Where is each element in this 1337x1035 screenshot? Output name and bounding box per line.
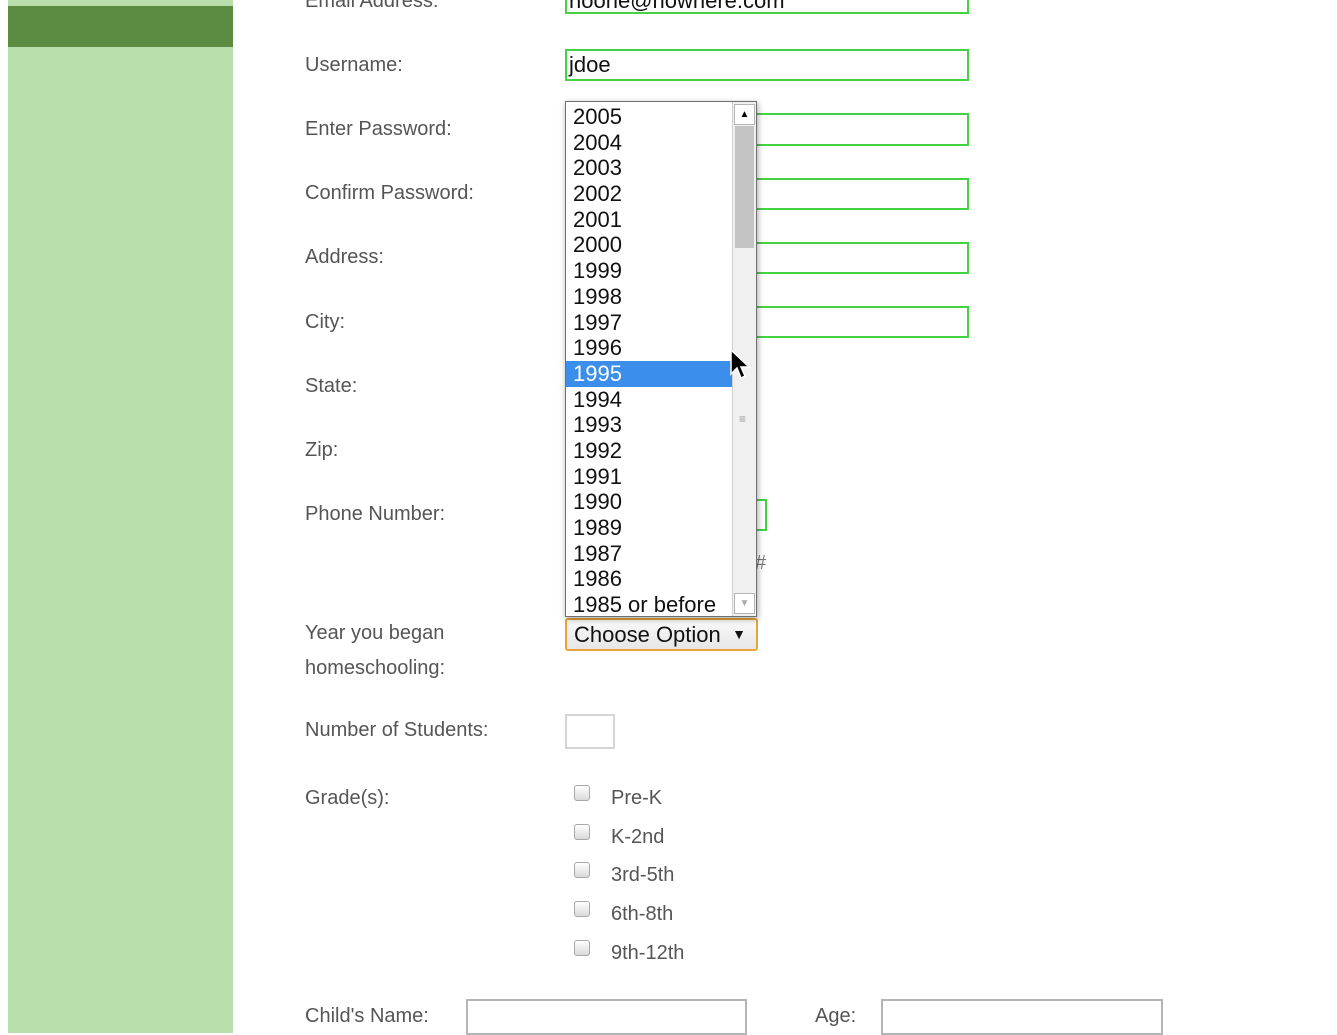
year-option[interactable]: 1986 <box>566 566 733 592</box>
year-option[interactable]: 1994 <box>566 387 733 413</box>
year-option[interactable]: 2000 <box>566 232 733 258</box>
grade-checkbox[interactable] <box>574 862 590 878</box>
year-options: 2005 2004 2003 2002 2001 2000 1999 1998 1997 1996… <box>566 104 733 618</box>
sidebar <box>8 0 233 1033</box>
child-name-field[interactable] <box>466 999 747 1035</box>
grade-label: 3rd-5th <box>611 864 675 886</box>
grade-label: K-2nd <box>611 826 665 848</box>
scroll-down-arrow-icon[interactable]: ▼ <box>734 593 755 614</box>
scroll-up-arrow-icon[interactable]: ▲ <box>734 104 755 125</box>
year-option[interactable]: 2001 <box>566 207 733 233</box>
year-began-selected-value: Choose Option <box>574 622 721 647</box>
year-option[interactable]: 1998 <box>566 284 733 310</box>
city-label: City: <box>305 311 345 333</box>
year-option[interactable]: 1985 or before <box>566 592 733 618</box>
grade-checkbox[interactable] <box>574 901 590 917</box>
grade-label: Pre-K <box>611 787 663 809</box>
scroll-grip-icon: ≡ <box>739 412 747 426</box>
email-field[interactable]: noone@nowhere.com <box>565 0 969 14</box>
username-label: Username: <box>305 54 403 76</box>
year-option[interactable]: 2004 <box>566 130 733 156</box>
password-label: Enter Password: <box>305 118 452 140</box>
grade-checkbox[interactable] <box>574 824 590 840</box>
year-option[interactable]: 1992 <box>566 438 733 464</box>
grade-label: 6th-8th <box>611 903 674 925</box>
grades-label: Grade(s): <box>305 787 390 809</box>
email-label: Email Address: <box>305 0 439 12</box>
email-field-clip: noone@nowhere.com <box>565 0 973 16</box>
year-option[interactable]: 1990 <box>566 489 733 515</box>
year-option[interactable]: 2005 <box>566 104 733 130</box>
child-name-label: Child's Name: <box>305 1005 429 1027</box>
year-began-label: Year you began homeschooling: <box>305 616 535 686</box>
grade-label: 9th-12th <box>611 942 685 964</box>
sidebar-header <box>8 6 233 47</box>
year-option[interactable]: 1999 <box>566 258 733 284</box>
year-option[interactable]: 1997 <box>566 310 733 336</box>
child-age-label: Age: <box>815 1005 857 1027</box>
username-field[interactable]: jdoe <box>565 49 969 81</box>
email-label-clip: Email Address: <box>305 0 535 12</box>
confirm-password-label: Confirm Password: <box>305 182 474 204</box>
year-option[interactable]: 1989 <box>566 515 733 541</box>
year-began-select[interactable]: Choose Option ▼ <box>565 618 758 651</box>
num-students-field[interactable] <box>565 714 615 749</box>
year-option[interactable]: 1996 <box>566 335 733 361</box>
mouse-pointer-icon <box>730 348 751 380</box>
year-option[interactable]: 1991 <box>566 464 733 490</box>
address-label: Address: <box>305 246 384 268</box>
year-began-label-line2: homeschooling: <box>305 657 446 679</box>
year-option[interactable]: 1993 <box>566 412 733 438</box>
scroll-thumb[interactable] <box>735 126 754 248</box>
year-option[interactable]: 2002 <box>566 181 733 207</box>
chevron-down-icon: ▼ <box>732 626 746 642</box>
year-began-label-line1: Year you began <box>305 622 445 644</box>
year-option[interactable]: 1995 <box>566 360 733 387</box>
grade-checkbox[interactable] <box>574 785 590 801</box>
num-students-label: Number of Students: <box>305 719 489 741</box>
grade-checkbox[interactable] <box>574 940 590 956</box>
year-option[interactable]: 1987 <box>566 541 733 567</box>
year-option[interactable]: 2003 <box>566 155 733 181</box>
state-label: State: <box>305 375 358 397</box>
zip-label: Zip: <box>305 439 339 461</box>
child-age-field[interactable] <box>881 999 1163 1035</box>
phone-label: Phone Number: <box>305 503 446 525</box>
